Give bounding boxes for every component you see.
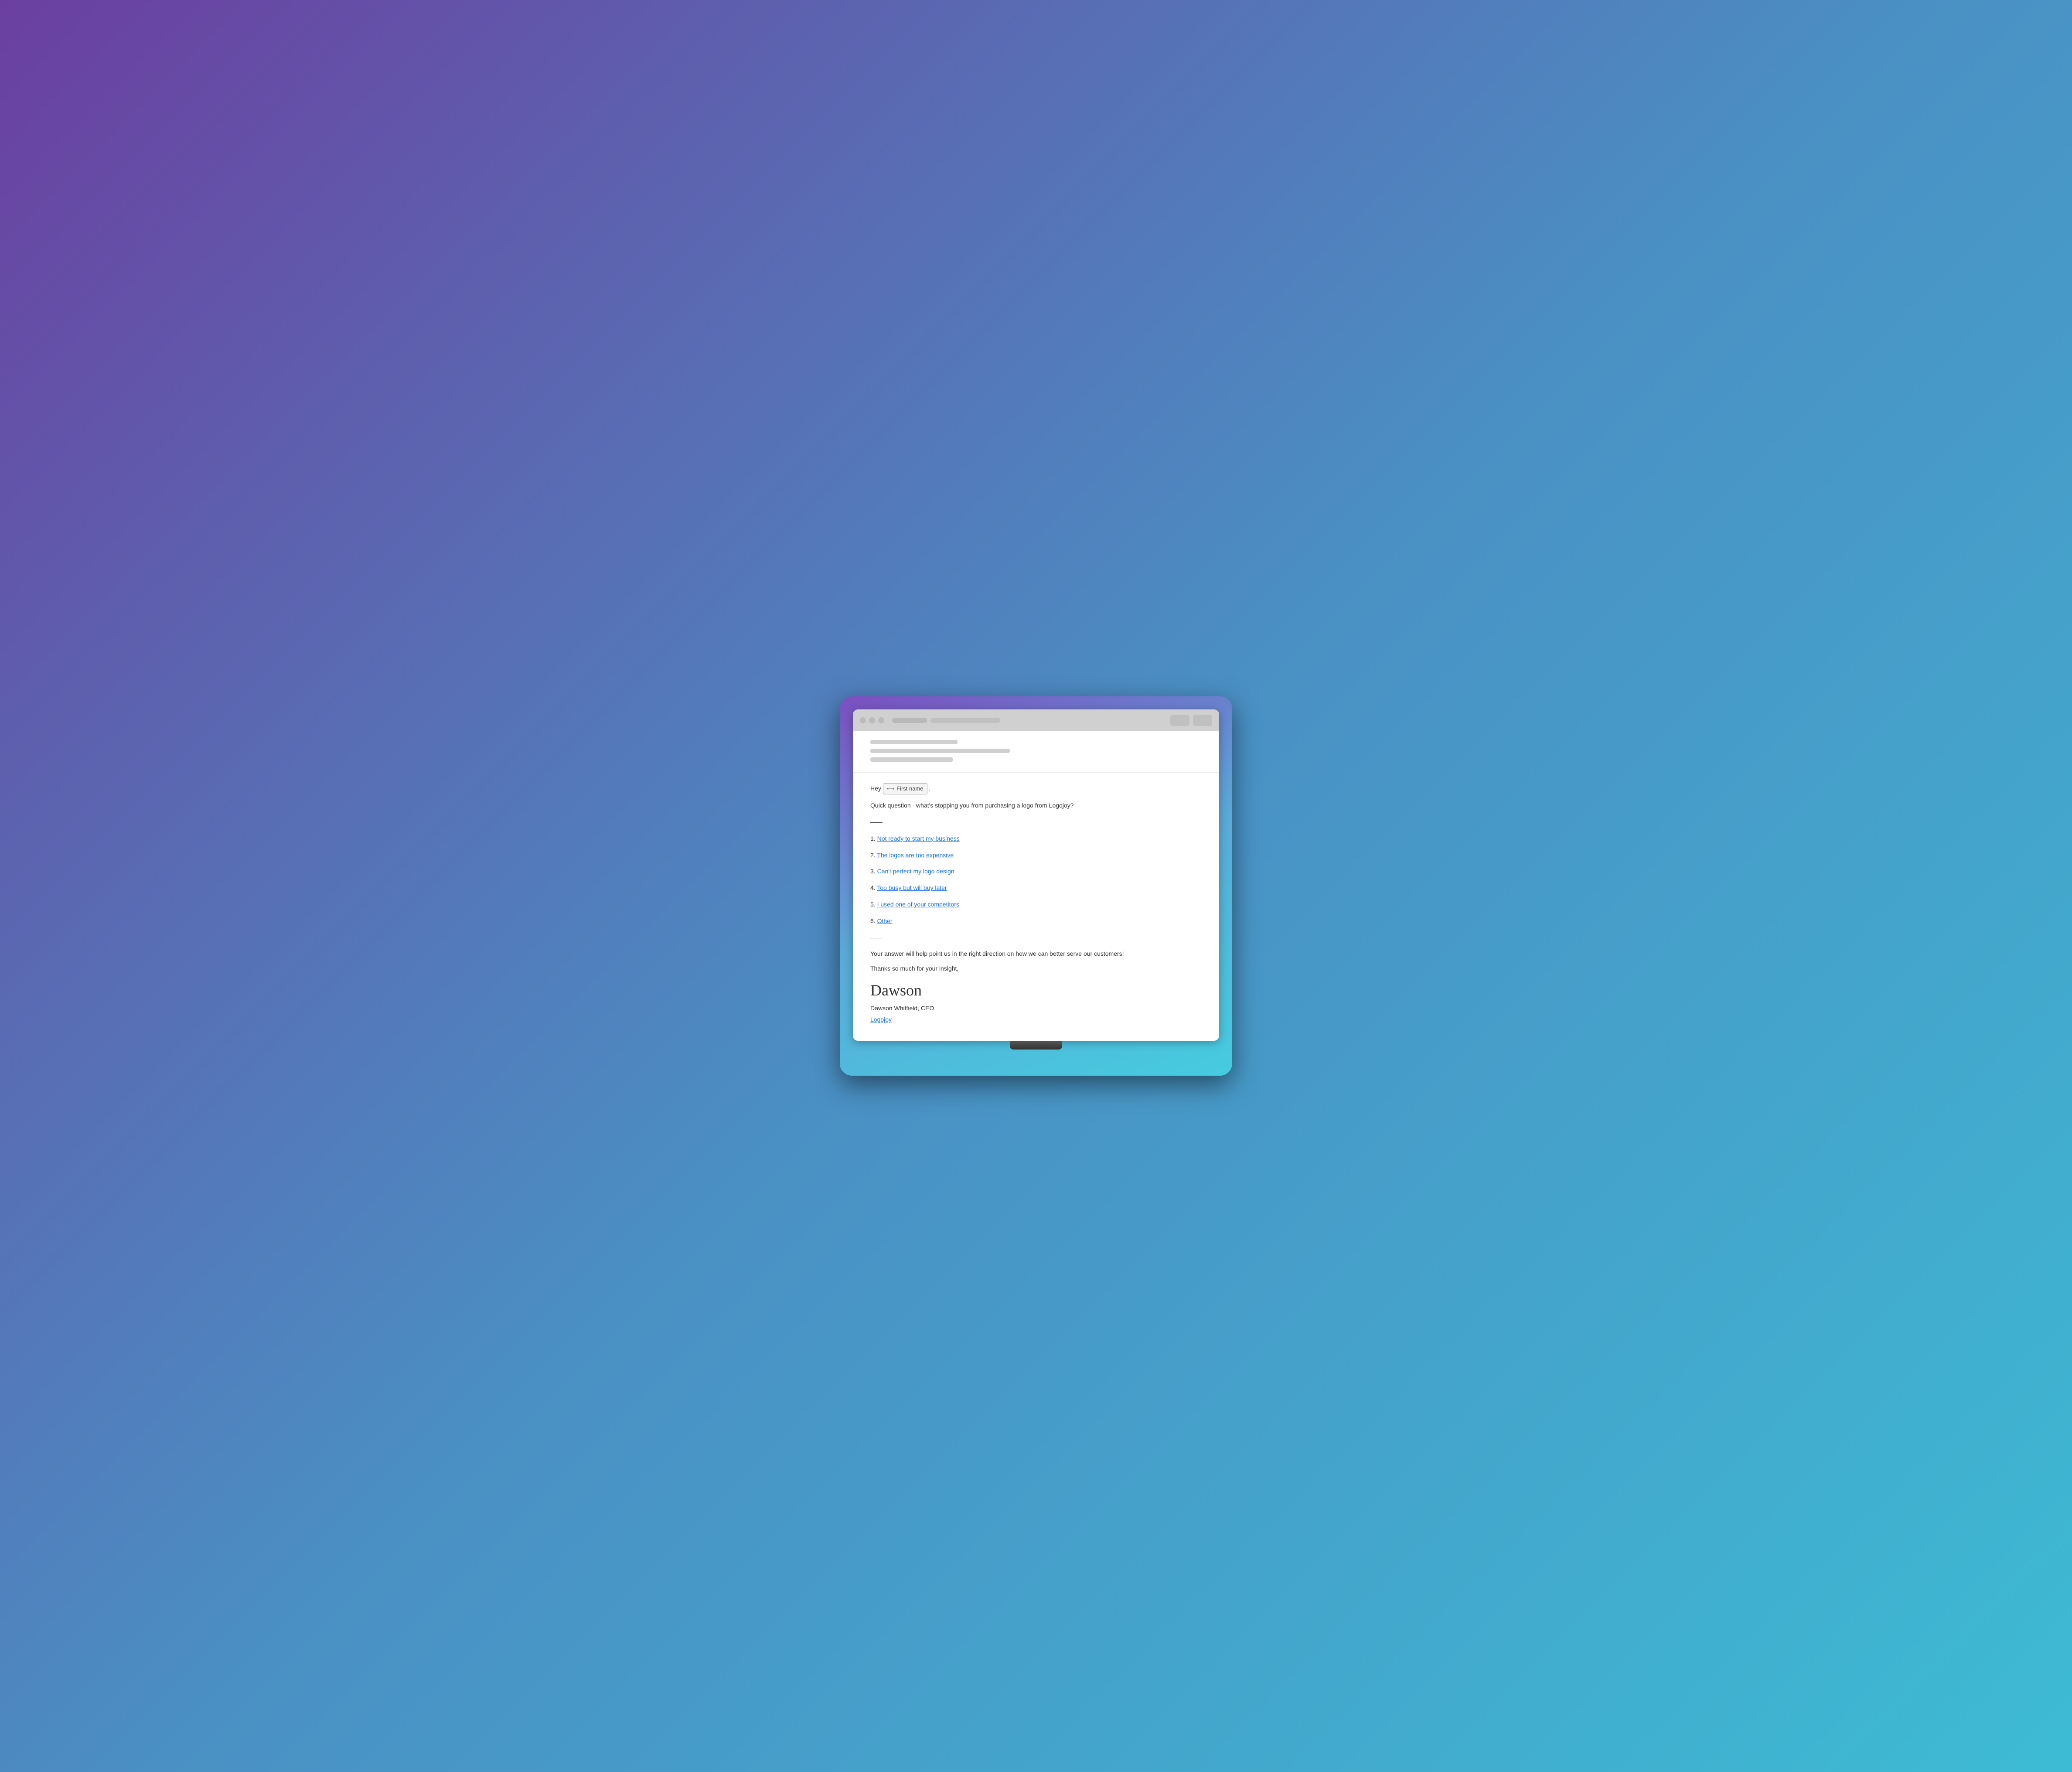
header-line-2 bbox=[870, 749, 1010, 753]
option-1-link[interactable]: Not ready to start my business bbox=[877, 835, 960, 842]
option-3-number: 3. bbox=[870, 868, 877, 875]
option-4: 4. Too busy but will buy later bbox=[870, 883, 1202, 893]
greeting: Hey ⟷ First name , bbox=[870, 783, 1202, 794]
tab-1[interactable] bbox=[892, 718, 927, 723]
email-body: Hey ⟷ First name , Quick question - what… bbox=[853, 773, 1219, 1041]
monitor-outer: Hey ⟷ First name , Quick question - what… bbox=[840, 696, 1232, 1076]
browser-content: Hey ⟷ First name , Quick question - what… bbox=[853, 731, 1219, 1041]
signature-script: Dawson bbox=[870, 981, 1202, 1000]
firstname-tag-label: First name bbox=[896, 784, 923, 794]
monitor-base bbox=[1010, 1041, 1062, 1050]
closing-text: Your answer will help point us in the ri… bbox=[870, 949, 1202, 959]
option-2-number: 2. bbox=[870, 852, 877, 859]
option-4-number: 4. bbox=[870, 884, 877, 891]
option-3: 3. Can't perfect my logo design bbox=[870, 866, 1202, 877]
thanks-text: Thanks so much for your insight, bbox=[870, 964, 1202, 974]
option-4-link[interactable]: Too busy but will buy later bbox=[877, 884, 947, 891]
close-traffic-light[interactable] bbox=[860, 717, 866, 723]
address-bar[interactable] bbox=[930, 718, 1000, 723]
maximize-traffic-light[interactable] bbox=[878, 717, 884, 723]
greeting-prefix: Hey bbox=[870, 784, 881, 794]
option-3-link[interactable]: Can't perfect my logo design bbox=[877, 868, 954, 875]
traffic-lights bbox=[860, 717, 884, 723]
browser-titlebar bbox=[853, 709, 1219, 731]
firstname-tag: ⟷ First name bbox=[883, 783, 927, 794]
header-line-1 bbox=[870, 740, 958, 744]
browser-btn-1[interactable] bbox=[1170, 715, 1189, 726]
option-6: 6. Other bbox=[870, 916, 1202, 927]
option-5: 5. I used one of your competitors bbox=[870, 900, 1202, 910]
divider-2: —— bbox=[870, 933, 1202, 943]
option-5-number: 5. bbox=[870, 901, 877, 908]
option-1: 1. Not ready to start my business bbox=[870, 834, 1202, 844]
divider-1: —— bbox=[870, 817, 1202, 828]
options-list: 1. Not ready to start my business 2. The… bbox=[870, 834, 1202, 927]
option-6-link[interactable]: Other bbox=[877, 917, 893, 924]
browser-btn-2[interactable] bbox=[1193, 715, 1212, 726]
question-text: Quick question - what's stopping you fro… bbox=[870, 801, 1202, 811]
minimize-traffic-light[interactable] bbox=[869, 717, 875, 723]
email-header-area bbox=[853, 731, 1219, 773]
tab-bar bbox=[892, 718, 1166, 723]
option-5-link[interactable]: I used one of your competitors bbox=[877, 901, 959, 908]
browser-controls bbox=[1170, 715, 1212, 726]
firstname-arrows-icon: ⟷ bbox=[887, 784, 894, 793]
header-line-3 bbox=[870, 757, 953, 762]
option-1-number: 1. bbox=[870, 835, 877, 842]
sender-name: Dawson Whitfield, CEO bbox=[870, 1003, 1202, 1014]
option-2-link[interactable]: The logos are too expensive bbox=[877, 852, 954, 859]
option-2: 2. The logos are too expensive bbox=[870, 850, 1202, 861]
option-6-number: 6. bbox=[870, 917, 877, 924]
browser-window: Hey ⟷ First name , Quick question - what… bbox=[853, 709, 1219, 1041]
sender-link: Logojoy bbox=[870, 1015, 1202, 1025]
sender-link-anchor[interactable]: Logojoy bbox=[870, 1016, 892, 1023]
greeting-suffix: , bbox=[929, 784, 931, 794]
